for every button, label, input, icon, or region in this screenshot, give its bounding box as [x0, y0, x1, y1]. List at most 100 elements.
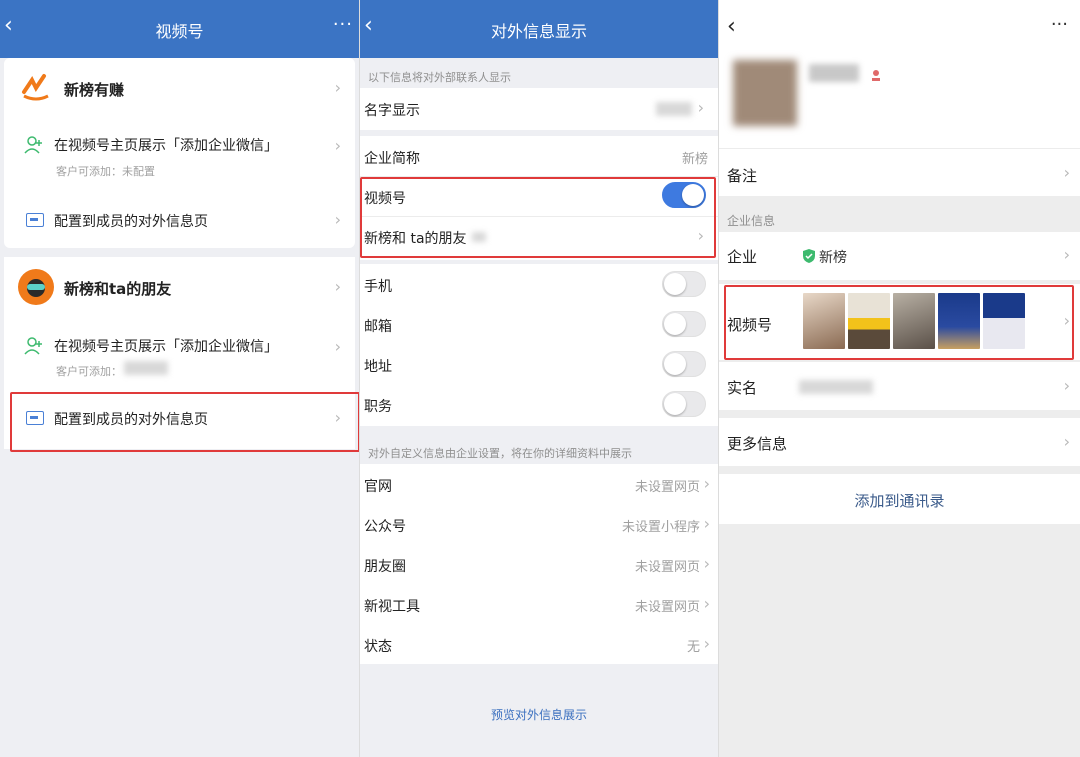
video-thumbnail[interactable]	[893, 293, 935, 349]
video-thumbnail[interactable]	[983, 293, 1025, 349]
channels-label: 视频号	[727, 316, 773, 334]
add-person-icon	[24, 337, 42, 355]
channels-toggle[interactable]	[662, 182, 706, 208]
redacted-value	[472, 232, 486, 242]
id-card-icon	[26, 213, 44, 227]
custom-row-official-account[interactable]: 公众号 未设置小程序 ›	[360, 504, 718, 544]
page-title: 对外信息显示	[490, 22, 587, 41]
custom-row-value: 未设置网页	[634, 600, 700, 615]
chevron-right-icon: ›	[334, 408, 341, 427]
email-label: 邮箱	[364, 319, 392, 335]
section-header: 以下信息将对外部联系人显示	[368, 71, 511, 84]
config-member-info-row[interactable]: 配置到成员的对外信息页 ›	[4, 186, 355, 246]
more-icon[interactable]: ···	[1051, 14, 1068, 35]
chevron-right-icon: ›	[334, 136, 341, 155]
contact-toggles-group: 手机 邮箱 地址 职务	[360, 264, 718, 426]
contact-profile-panel: ‹ ··· 备注 › 企业信息 企业 新榜 › 视频号 › 实名 › 更多信息 …	[718, 0, 1080, 757]
preview-external-info-link[interactable]: 预览对外信息展示	[360, 706, 718, 723]
chevron-right-icon: ›	[703, 634, 710, 653]
chevron-right-icon: ›	[334, 78, 341, 97]
customer-add-status: 客户可添加：	[56, 365, 122, 378]
video-thumbnail[interactable]	[803, 293, 845, 349]
customer-add-status: 客户可添加：未配置	[56, 165, 155, 178]
phone-label: 手机	[364, 279, 392, 295]
config-member-info-row[interactable]: 配置到成员的对外信息页 ›	[4, 387, 355, 449]
channels-row[interactable]: 视频号 ›	[719, 284, 1080, 360]
back-icon[interactable]: ‹	[727, 14, 736, 39]
add-to-contacts-label: 添加到通讯录	[854, 492, 945, 510]
address-label: 地址	[364, 359, 392, 375]
custom-row-moments[interactable]: 朋友圈 未设置网页 ›	[360, 544, 718, 584]
show-add-wecom-row[interactable]: 在视频号主页展示「添加企业微信」 客户可添加： ›	[4, 317, 355, 387]
address-toggle[interactable]	[662, 351, 706, 377]
account-header-row[interactable]: 新榜有赚 ›	[4, 58, 355, 118]
account-name: 新榜和ta的朋友	[64, 280, 172, 298]
more-info-label: 更多信息	[727, 435, 788, 453]
real-name-row[interactable]: 实名 ›	[719, 362, 1080, 410]
chevron-right-icon: ›	[1063, 163, 1070, 182]
chevron-right-icon: ›	[1063, 376, 1070, 395]
custom-row-label: 公众号	[364, 519, 406, 535]
custom-row-value: 未设置网页	[634, 560, 700, 575]
custom-row-value: 无	[686, 640, 700, 655]
redacted-value	[799, 380, 873, 394]
more-info-row[interactable]: 更多信息 ›	[719, 418, 1080, 466]
profile-header: ‹ ···	[719, 0, 1080, 148]
company-short-value: 新榜	[681, 152, 708, 167]
chevron-right-icon: ›	[703, 594, 710, 613]
custom-row-value: 未设置网页	[634, 480, 700, 495]
email-toggle[interactable]	[662, 311, 706, 337]
xinbang-youzhuan-logo-icon	[22, 74, 49, 101]
chevron-right-icon: ›	[1063, 432, 1070, 451]
company-info-section-header: 企业信息	[727, 214, 776, 228]
video-thumbnail[interactable]	[848, 293, 890, 349]
position-label: 职务	[364, 399, 392, 415]
config-member-info-text: 配置到成员的对外信息页	[54, 214, 208, 230]
phone-toggle[interactable]	[662, 271, 706, 297]
chevron-right-icon: ›	[703, 474, 710, 493]
show-add-wecom-text: 在视频号主页展示「添加企业微信」	[54, 339, 278, 355]
custom-info-group: 官网 未设置网页 › 公众号 未设置小程序 › 朋友圈 未设置网页 › 新视工具…	[360, 464, 718, 664]
channels-label: 视频号	[364, 191, 406, 207]
channels-account-card: 新榜和ta的朋友 › 在视频号主页展示「添加企业微信」 客户可添加： › 配置到…	[4, 257, 355, 449]
channels-thumbnails	[803, 293, 1029, 349]
account-header-row[interactable]: 新榜和ta的朋友 ›	[4, 257, 355, 317]
name-display-row[interactable]: 名字显示 ›	[360, 88, 718, 130]
add-to-contacts-button[interactable]: 添加到通讯录	[719, 474, 1080, 524]
chevron-right-icon: ›	[334, 337, 341, 356]
show-add-wecom-row[interactable]: 在视频号主页展示「添加企业微信」 客户可添加：未配置 ›	[4, 118, 355, 186]
company-short-label: 企业简称	[364, 151, 420, 167]
real-name-label: 实名	[727, 379, 758, 397]
more-icon[interactable]: ···	[333, 14, 353, 35]
custom-row-status[interactable]: 状态 无 ›	[360, 624, 718, 664]
custom-row-label: 状态	[364, 639, 392, 655]
company-value: 新榜	[819, 250, 847, 266]
account-name: 新榜有赚	[64, 81, 125, 99]
xinbang-friends-logo-icon	[18, 269, 54, 305]
custom-row-label: 新视工具	[364, 599, 420, 615]
company-label: 企业	[727, 248, 758, 266]
remark-row[interactable]: 备注 ›	[719, 148, 1080, 196]
video-thumbnail[interactable]	[938, 293, 980, 349]
custom-row-tool[interactable]: 新视工具 未设置网页 ›	[360, 584, 718, 624]
position-toggle[interactable]	[662, 391, 706, 417]
redacted-value	[124, 361, 168, 375]
chevron-right-icon: ›	[1063, 245, 1070, 264]
redacted-name	[809, 64, 859, 82]
nav-bar: ‹ 对外信息显示	[360, 0, 718, 58]
custom-row-website[interactable]: 官网 未设置网页 ›	[360, 464, 718, 504]
company-channels-group: 企业简称 新榜 视频号 新榜和 ta的朋友 ›	[360, 136, 718, 260]
custom-row-label: 朋友圈	[364, 559, 406, 575]
show-add-wecom-text: 在视频号主页展示「添加企业微信」	[54, 138, 278, 154]
gender-icon	[872, 70, 880, 81]
chevron-right-icon: ›	[697, 226, 704, 245]
add-person-icon	[24, 136, 42, 154]
redacted-value	[656, 102, 692, 116]
channels-account-label[interactable]: 新榜和 ta的朋友	[364, 228, 467, 248]
avatar	[733, 60, 797, 126]
nav-bar: ‹ 视频号 ···	[0, 0, 359, 58]
chevron-right-icon: ›	[334, 210, 341, 229]
remark-label: 备注	[727, 167, 758, 185]
chevron-right-icon: ›	[334, 277, 341, 296]
company-row[interactable]: 企业 新榜 ›	[719, 232, 1080, 280]
